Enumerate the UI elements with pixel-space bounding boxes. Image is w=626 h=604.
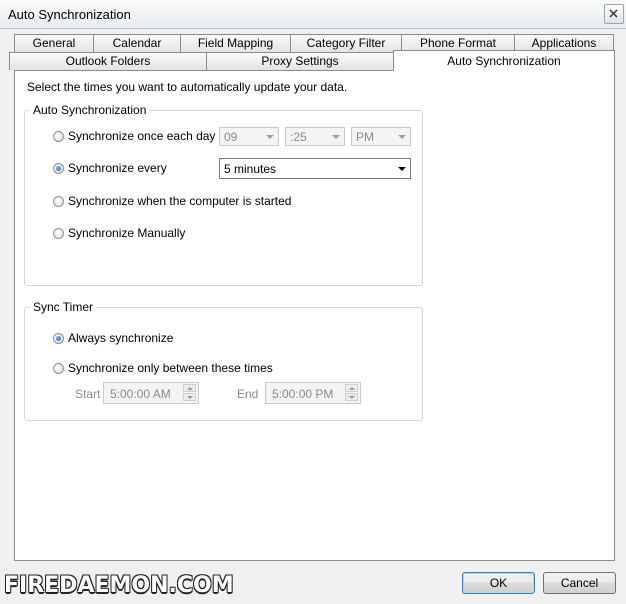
radio-sync-between[interactable] bbox=[53, 363, 64, 374]
end-label: End bbox=[237, 387, 259, 401]
watermark-logo: FIREDAEMON.COM bbox=[4, 573, 234, 598]
radio-always-sync[interactable] bbox=[53, 333, 64, 344]
chevron-down-icon bbox=[332, 135, 340, 139]
tab-proxy-settings[interactable]: Proxy Settings bbox=[206, 52, 394, 70]
radio-sync-daily-label[interactable]: Synchronize once each day at bbox=[68, 129, 229, 143]
tab-general[interactable]: General bbox=[14, 34, 94, 52]
tab-category-filter[interactable]: Category Filter bbox=[290, 34, 402, 52]
hour-value: 09 bbox=[224, 130, 238, 144]
interval-value: 5 minutes bbox=[224, 162, 277, 176]
start-time-value: 5:00:00 AM bbox=[110, 387, 171, 401]
minute-select[interactable]: :25 bbox=[285, 127, 345, 146]
window-title: Auto Synchronization bbox=[8, 7, 131, 22]
radio-sync-manual-label[interactable]: Synchronize Manually bbox=[68, 226, 185, 240]
title-bar: Auto Synchronization bbox=[0, 0, 626, 29]
chevron-down-icon bbox=[398, 167, 406, 171]
tab-calendar[interactable]: Calendar bbox=[93, 34, 181, 52]
close-icon bbox=[609, 9, 618, 18]
radio-sync-startup[interactable] bbox=[53, 196, 64, 207]
start-time-spinner bbox=[183, 384, 197, 402]
instruction-text: Select the times you want to automatical… bbox=[27, 80, 348, 94]
ampm-select[interactable]: PM bbox=[351, 127, 411, 146]
hour-select[interactable]: 09 bbox=[219, 127, 279, 146]
radio-sync-startup-label[interactable]: Synchronize when the computer is started bbox=[68, 194, 291, 208]
radio-sync-between-label[interactable]: Synchronize only between these times bbox=[68, 361, 273, 375]
radio-sync-daily[interactable] bbox=[53, 131, 64, 142]
start-time-picker[interactable]: 5:00:00 AM bbox=[103, 382, 199, 404]
radio-sync-manual[interactable] bbox=[53, 228, 64, 239]
spin-up-icon[interactable] bbox=[183, 384, 196, 392]
end-time-spinner bbox=[345, 384, 359, 402]
chevron-down-icon bbox=[398, 135, 406, 139]
radio-sync-every-label[interactable]: Synchronize every bbox=[68, 161, 167, 175]
tab-auto-synchronization[interactable]: Auto Synchronization bbox=[393, 50, 615, 71]
sync-timer-group-label: Sync Timer bbox=[30, 300, 97, 314]
spin-down-icon[interactable] bbox=[183, 393, 196, 401]
spin-up-icon[interactable] bbox=[345, 384, 358, 392]
radio-always-sync-label[interactable]: Always synchronize bbox=[68, 331, 173, 345]
spin-down-icon[interactable] bbox=[345, 393, 358, 401]
minute-value: :25 bbox=[290, 130, 307, 144]
radio-sync-every[interactable] bbox=[53, 163, 64, 174]
ampm-value: PM bbox=[356, 130, 374, 144]
ok-button[interactable]: OK bbox=[462, 572, 535, 594]
close-button[interactable] bbox=[604, 4, 624, 24]
tab-field-mapping[interactable]: Field Mapping bbox=[180, 34, 291, 52]
cancel-button[interactable]: Cancel bbox=[543, 572, 616, 594]
chevron-down-icon bbox=[266, 135, 274, 139]
tab-outlook-folders[interactable]: Outlook Folders bbox=[9, 52, 207, 70]
interval-select[interactable]: 5 minutes bbox=[219, 158, 411, 179]
start-label: Start bbox=[75, 387, 101, 401]
auto-sync-group-label: Auto Synchronization bbox=[30, 103, 150, 117]
end-time-picker[interactable]: 5:00:00 PM bbox=[265, 382, 361, 404]
end-time-value: 5:00:00 PM bbox=[272, 387, 334, 401]
